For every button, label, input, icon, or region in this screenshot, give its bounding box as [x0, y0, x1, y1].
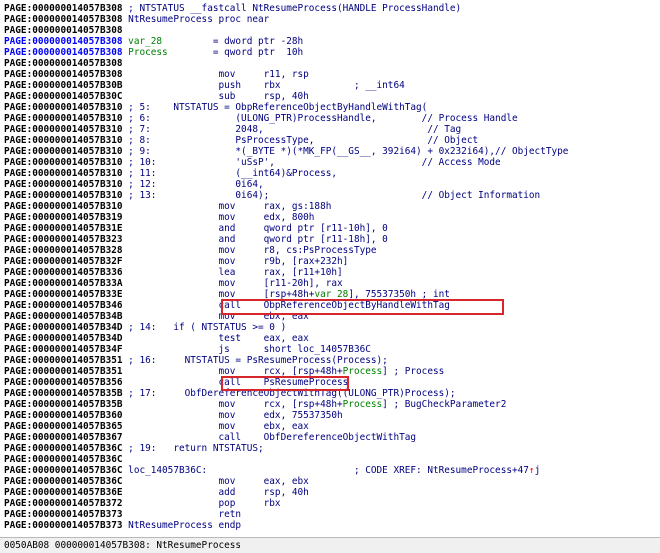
line-text: mov rcx, [rsp+48h+	[122, 399, 343, 410]
line-text: mov edx, 75537350h	[122, 410, 343, 421]
line-text: ; 7: 2048, // Tag	[122, 124, 462, 135]
line-address: PAGE:000000014057B36C	[4, 443, 123, 454]
line-text: call ObfDereferenceObjectWithTag	[122, 432, 417, 443]
line-address: PAGE:000000014057B373	[4, 520, 123, 531]
disassembly-listing[interactable]: PAGE:000000014057B308 ; NTSTATUS __fastc…	[0, 0, 660, 536]
line-text: mov ebx, eax	[122, 421, 309, 432]
line-text: sub rsp, 40h	[122, 91, 309, 102]
line-text: mov edx, 800h	[122, 212, 315, 223]
line-address: PAGE:000000014057B36E	[4, 487, 123, 498]
line-address: PAGE:000000014057B373	[4, 509, 123, 520]
line-address: PAGE:000000014057B31E	[4, 223, 123, 234]
line-address: PAGE:000000014057B308	[4, 3, 123, 14]
line-address: PAGE:000000014057B308	[4, 58, 123, 69]
line-address: PAGE:000000014057B30B	[4, 80, 123, 91]
line-text: ] ; BugCheckParameter2	[382, 399, 507, 410]
line-text: ; 13: 0i64); // Object Information	[122, 190, 541, 201]
line-text: test eax, eax	[122, 333, 309, 344]
line-text: ; 19: return NTSTATUS;	[122, 443, 264, 454]
line-text: ; 9: *(_BYTE *)(*MK_FP(__GS__, 392i64) +…	[122, 146, 569, 157]
line-address: PAGE:000000014057B310	[4, 201, 123, 212]
line-address: PAGE:000000014057B308	[4, 25, 123, 36]
line-text: var_28	[122, 36, 213, 47]
line-address: PAGE:000000014057B34D	[4, 333, 123, 344]
line-text: mov r11, rsp	[122, 69, 309, 80]
line-text: Process	[122, 47, 213, 58]
line-text: ; 12: 0i64,	[122, 179, 264, 190]
line-address: PAGE:000000014057B308	[4, 14, 123, 25]
line-text: ; 8: PsProcessType, // Object	[122, 135, 479, 146]
line-text: = dword ptr -28h	[212, 36, 304, 47]
line-address: PAGE:000000014057B310	[4, 190, 123, 201]
line-address: PAGE:000000014057B36C	[4, 454, 123, 465]
line-address: PAGE:000000014057B323	[4, 234, 123, 245]
line-address: PAGE:000000014057B30C	[4, 91, 123, 102]
line-address: PAGE:000000014057B308	[4, 36, 123, 47]
code-line[interactable]: PAGE:000000014057B373 NtResumeProcess en…	[4, 520, 241, 532]
line-address: PAGE:000000014057B310	[4, 135, 123, 146]
line-address: PAGE:000000014057B32F	[4, 256, 123, 267]
line-text: lea rax, [r11+10h]	[122, 267, 343, 278]
line-text: NtResumeProcess endp	[122, 520, 242, 531]
line-text: NtResumeProcess proc near	[122, 14, 270, 25]
line-text: ; 6: (ULONG_PTR)ProcessHandle, // Proces…	[122, 113, 518, 124]
line-address: PAGE:000000014057B33A	[4, 278, 123, 289]
line-address: PAGE:000000014057B310	[4, 113, 123, 124]
line-address: PAGE:000000014057B351	[4, 366, 123, 377]
line-address: PAGE:000000014057B33E	[4, 289, 123, 300]
line-text: and qword ptr [r11-10h], 0	[122, 223, 388, 234]
status-bar: 0050AB08 000000014057B308: NtResumeProce…	[0, 537, 660, 553]
line-address: PAGE:000000014057B328	[4, 245, 123, 256]
line-address: PAGE:000000014057B310	[4, 179, 123, 190]
line-text: retn	[122, 509, 242, 520]
line-text: pop rbx	[122, 498, 281, 509]
line-address: PAGE:000000014057B336	[4, 267, 123, 278]
line-text: js short loc_14057B36C	[122, 344, 371, 355]
line-address: PAGE:000000014057B310	[4, 102, 123, 113]
highlight-box-call-obpreference	[221, 299, 504, 315]
highlight-box-call-psresume	[221, 376, 349, 391]
line-text: add rsp, 40h	[122, 487, 309, 498]
line-text: mov eax, ebx	[122, 476, 309, 487]
line-address: PAGE:000000014057B36C	[4, 476, 123, 487]
line-address: PAGE:000000014057B346	[4, 300, 123, 311]
line-address: PAGE:000000014057B310	[4, 157, 123, 168]
line-text: Process	[342, 399, 383, 410]
line-text: mov [r11-20h], rax	[122, 278, 343, 289]
line-address: PAGE:000000014057B35B	[4, 399, 123, 410]
line-address: PAGE:000000014057B367	[4, 432, 123, 443]
line-address: PAGE:000000014057B310	[4, 124, 123, 135]
line-address: PAGE:000000014057B35B	[4, 388, 123, 399]
line-text: ] ; Process	[382, 366, 445, 377]
line-address: PAGE:000000014057B34D	[4, 322, 123, 333]
line-text: and qword ptr [r11-18h], 0	[122, 234, 388, 245]
line-text: mov r8, cs:PsProcessType	[122, 245, 377, 256]
line-address: PAGE:000000014057B34B	[4, 311, 123, 322]
line-address: PAGE:000000014057B34F	[4, 344, 123, 355]
line-address: PAGE:000000014057B36C	[4, 465, 123, 476]
line-address: PAGE:000000014057B308	[4, 69, 123, 80]
line-address: PAGE:000000014057B372	[4, 498, 123, 509]
line-text: mov r9b, [rax+232h]	[122, 256, 349, 267]
line-address: PAGE:000000014057B308	[4, 47, 123, 58]
line-text: = qword ptr 10h	[212, 47, 304, 58]
line-text: j	[534, 465, 541, 476]
line-address: PAGE:000000014057B365	[4, 421, 123, 432]
line-address: PAGE:000000014057B310	[4, 146, 123, 157]
line-address: PAGE:000000014057B360	[4, 410, 123, 421]
line-text: ; NTSTATUS __fastcall NtResumeProcess(HA…	[122, 3, 462, 14]
line-text: ; 11: (__int64)&Process,	[122, 168, 338, 179]
line-text: ; 16: NTSTATUS = PsResumeProcess(Process…	[122, 355, 388, 366]
line-address: PAGE:000000014057B351	[4, 355, 123, 366]
line-text: ; 10: 'uSsP', // Access Mode	[122, 157, 501, 168]
line-address: PAGE:000000014057B356	[4, 377, 123, 388]
line-text: push rbx ; __int64	[122, 80, 405, 91]
line-text: ; 5: NTSTATUS = ObpReferenceObjectByHand…	[122, 102, 428, 113]
line-text: loc_14057B36C: ; CODE XREF: NtResumeProc…	[122, 465, 529, 476]
line-address: PAGE:000000014057B319	[4, 212, 123, 223]
line-text: mov rax, gs:188h	[122, 201, 332, 212]
line-text: ; 14: if ( NTSTATUS >= 0 )	[122, 322, 287, 333]
line-address: PAGE:000000014057B310	[4, 168, 123, 179]
